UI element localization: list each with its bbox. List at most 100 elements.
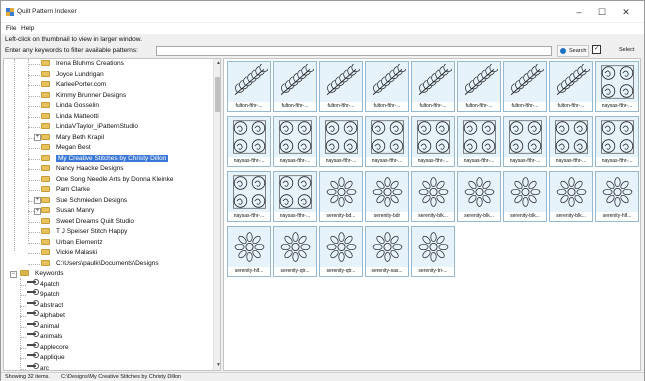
- pattern-thumbnail[interactable]: naysas-fthr-...: [503, 116, 547, 167]
- tree-designer-item-label: Pam Clarke: [56, 186, 90, 193]
- tree-designer-item[interactable]: Pam Clarke: [41, 185, 90, 195]
- pattern-preview-icon: [234, 232, 265, 262]
- close-button[interactable]: ✕: [615, 5, 637, 19]
- pattern-thumbnail[interactable]: serenity-sas...: [365, 226, 409, 277]
- pattern-thumbnail[interactable]: naysas-fthr-...: [227, 116, 271, 167]
- pattern-thumbnail[interactable]: naysas-fthr-...: [273, 116, 317, 167]
- tree-keyword-item[interactable]: alphabet: [27, 310, 65, 321]
- pattern-thumbnail[interactable]: fulton-fthr-...: [549, 61, 593, 112]
- pattern-thumbnail[interactable]: naysas-fthr-...: [595, 61, 639, 112]
- tree-guide-line: [20, 358, 26, 359]
- tree-keyword-item[interactable]: animal: [27, 320, 59, 332]
- pattern-thumbnail[interactable]: serenity-bd...: [319, 171, 363, 222]
- scroll-down-icon[interactable]: ▼: [215, 362, 220, 368]
- pattern-thumbnail[interactable]: serenity-hlf...: [227, 226, 271, 277]
- pattern-preview-icon: [372, 177, 403, 207]
- expand-icon[interactable]: +: [34, 197, 41, 204]
- tree-designer-item[interactable]: Megan Best: [41, 143, 91, 153]
- pattern-thumbnail[interactable]: naysas-fthr-...: [549, 116, 593, 167]
- tree-designer-item[interactable]: Urban Elementz: [41, 238, 103, 248]
- tree-guide-line: [14, 59, 15, 251]
- tree-designer-item-label: KarleePorter.com: [56, 81, 107, 88]
- pattern-preview-icon: [556, 64, 590, 95]
- filter-input[interactable]: [156, 46, 552, 56]
- pattern-thumbnail[interactable]: naysas-fthr-...: [227, 171, 271, 222]
- designer-tree[interactable]: ▲ ▼ Irena Bluhms Creations Joyce Lundriga…: [3, 58, 221, 371]
- pattern-preview-icon: [280, 232, 311, 262]
- pattern-thumbnail[interactable]: serenity-qtr...: [319, 226, 363, 277]
- tree-scrollbar[interactable]: ▲ ▼: [213, 59, 220, 370]
- pattern-preview-icon: [326, 64, 360, 95]
- tree-designer-item[interactable]: Irena Bluhms Creations: [41, 59, 124, 69]
- tree-designer-item-label: Nancy Haacke Designs: [56, 165, 124, 172]
- pattern-thumbnail[interactable]: fulton-fthr-...: [503, 61, 547, 112]
- pattern-thumbnail[interactable]: serenity-tri-...: [411, 226, 455, 277]
- expand-icon[interactable]: +: [34, 207, 41, 215]
- collapse-icon[interactable]: −: [10, 270, 17, 278]
- pattern-thumbnail[interactable]: naysas-fthr-...: [457, 116, 501, 167]
- tree-guide-line: [28, 232, 40, 233]
- tree-designer-item[interactable]: KarleePorter.com: [41, 80, 106, 90]
- tree-keywords-node[interactable]: Keywords: [20, 269, 64, 279]
- pattern-thumbnail[interactable]: serenity-blk...: [503, 171, 547, 222]
- tree-keyword-item[interactable]: arc: [27, 362, 49, 370]
- thumbnail-label: serenity-tri-...: [412, 267, 454, 276]
- expand-icon[interactable]: +: [34, 134, 41, 141]
- tree-keyword-item[interactable]: abstract: [27, 299, 63, 311]
- pattern-thumbnail[interactable]: serenity-blk...: [549, 171, 593, 222]
- pattern-thumbnail[interactable]: serenity-hlf...: [595, 171, 639, 222]
- tree-designer-item[interactable]: Linda Matteotti: [41, 112, 99, 122]
- pattern-thumbnail[interactable]: fulton-fthr-...: [319, 61, 363, 112]
- tree-designer-item[interactable]: T J Speiser Stitch Happy: [41, 227, 127, 237]
- pattern-thumbnail[interactable]: naysas-fthr-...: [595, 116, 639, 167]
- tree-designer-item[interactable]: Linda Gosselin: [41, 101, 99, 111]
- pattern-thumbnail[interactable]: fulton-fthr-...: [273, 61, 317, 112]
- pattern-thumbnail[interactable]: naysas-fthr-...: [319, 116, 363, 167]
- menu-help[interactable]: Help: [21, 25, 34, 32]
- tree-guide-line: [28, 106, 40, 107]
- tree-designer-item-label: Vickie Malaski: [56, 249, 98, 256]
- tree-designer-item[interactable]: Nancy Haacke Designs: [41, 164, 124, 174]
- tree-designer-item[interactable]: Sue Schmieden Designs: [41, 196, 127, 206]
- key-icon: [27, 289, 39, 295]
- pattern-preview-icon: [418, 64, 452, 95]
- minimize-button[interactable]: –: [568, 5, 590, 19]
- tree-keyword-item[interactable]: applecore: [27, 341, 69, 353]
- pattern-thumbnail[interactable]: serenity-bdr: [365, 171, 409, 222]
- pattern-thumbnail[interactable]: fulton-fthr-...: [227, 61, 271, 112]
- scroll-up-icon[interactable]: ▲: [215, 60, 220, 66]
- tree-designer-item[interactable]: Mary Beth Krapil: [41, 133, 104, 143]
- tree-root-path[interactable]: C:\Users\paulk\Documents\Designs: [41, 259, 159, 269]
- search-button[interactable]: Search: [557, 45, 589, 57]
- key-icon: [27, 320, 39, 327]
- pattern-thumbnail[interactable]: serenity-blk...: [411, 171, 455, 222]
- pattern-thumbnail[interactable]: serenity-qtr...: [273, 226, 317, 277]
- maximize-button[interactable]: ☐: [591, 5, 613, 19]
- select-checkbox[interactable]: ✓: [592, 45, 601, 54]
- tree-designer-item[interactable]: Susan Manry: [41, 206, 94, 216]
- pattern-thumbnail[interactable]: fulton-fthr-...: [365, 61, 409, 112]
- pattern-thumbnail[interactable]: serenity-blk...: [457, 171, 501, 222]
- tree-designer-item[interactable]: Sweet Dreams Quilt Studio: [41, 217, 134, 227]
- pattern-thumbnail[interactable]: naysas-fthr-...: [273, 171, 317, 222]
- tree-keyword-item[interactable]: applique: [27, 352, 65, 363]
- tree-designer-item[interactable]: Vickie Malaski: [41, 248, 97, 258]
- scroll-thumb[interactable]: [215, 77, 220, 112]
- pattern-thumbnail[interactable]: fulton-fthr-...: [411, 61, 455, 112]
- tree-keyword-item[interactable]: animals: [27, 331, 62, 342]
- pattern-preview-icon: [279, 175, 312, 209]
- tree-keyword-item[interactable]: 9patch: [27, 289, 60, 300]
- folder-icon: [41, 228, 50, 234]
- pattern-thumbnail[interactable]: naysas-fthr-...: [365, 116, 409, 167]
- tree-designer-item[interactable]: Kimmy Brunner Designs: [41, 91, 126, 101]
- tree-designer-item[interactable]: LindaVTaylor_iPatternStudio: [41, 122, 138, 132]
- tree-designer-item[interactable]: Joyce Lundrigan: [41, 70, 104, 80]
- tree-designer-item-label: One Song Needle Arts by Donna Kleinke: [56, 175, 174, 183]
- pattern-thumbnail[interactable]: fulton-fthr-...: [457, 61, 501, 112]
- tree-designer-item[interactable]: My Creative Stitches by Christy Dillon: [41, 154, 169, 164]
- tree-designer-item[interactable]: One Song Needle Arts by Donna Kleinke: [41, 175, 173, 185]
- tree-keyword-item[interactable]: 4patch: [27, 278, 60, 290]
- menu-file[interactable]: File: [6, 25, 16, 32]
- thumbnail-label: naysas-fthr-...: [228, 157, 270, 166]
- pattern-thumbnail[interactable]: naysas-fthr-...: [411, 116, 455, 167]
